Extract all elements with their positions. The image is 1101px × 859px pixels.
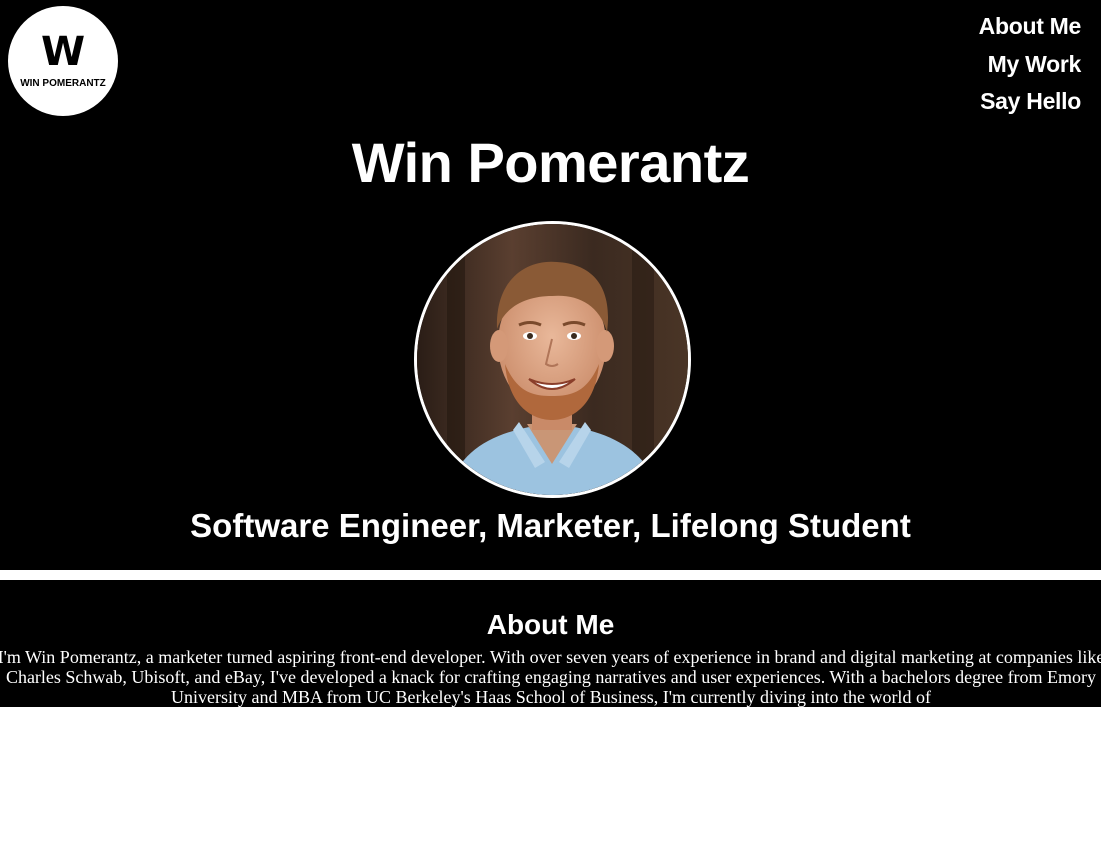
nav-item-say-hello[interactable]: Say Hello bbox=[979, 83, 1081, 121]
nav-item-my-work[interactable]: My Work bbox=[979, 46, 1082, 84]
logo-name: WIN POMERANTZ bbox=[20, 78, 106, 89]
hero-section: W WIN POMERANTZ About Me My Work Say Hel… bbox=[0, 0, 1101, 570]
profile-photo-illustration bbox=[417, 224, 688, 495]
about-section: About Me I'm Win Pomerantz, a marketer t… bbox=[0, 580, 1101, 707]
main-nav: About Me My Work Say Hello bbox=[979, 8, 1082, 121]
nav-item-about-me[interactable]: About Me bbox=[979, 8, 1082, 46]
page-title: Win Pomerantz bbox=[351, 131, 750, 194]
about-body-text: I'm Win Pomerantz, a marketer turned asp… bbox=[0, 647, 1101, 707]
profile-photo bbox=[414, 221, 691, 498]
about-heading: About Me bbox=[486, 609, 615, 640]
logo[interactable]: W WIN POMERANTZ bbox=[8, 6, 118, 116]
logo-letter: W bbox=[40, 29, 86, 75]
tagline: Software Engineer, Marketer, Lifelong St… bbox=[190, 507, 911, 544]
